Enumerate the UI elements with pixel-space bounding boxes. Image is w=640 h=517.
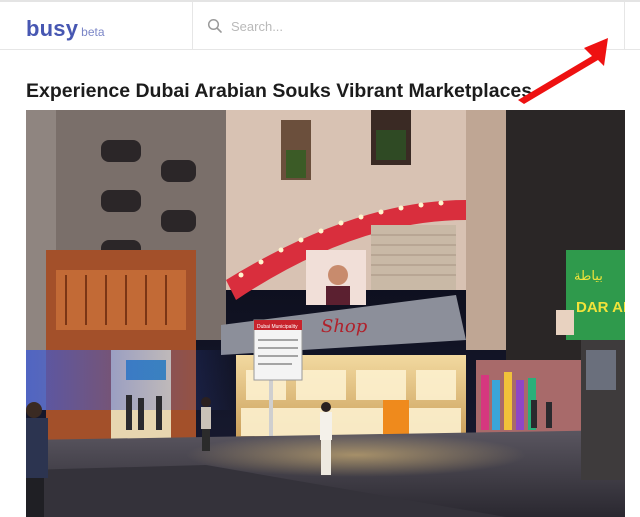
search-icon — [207, 18, 223, 34]
post-image[interactable]: بياطة DAR AL Shop — [26, 110, 625, 517]
shop-logo-text: Shop — [321, 316, 368, 337]
logo-text: busy — [26, 16, 79, 41]
header-divider — [624, 2, 625, 50]
red-arrow-annotation — [518, 38, 608, 104]
arabic-sign-text: بياطة — [574, 269, 603, 284]
busy-logo[interactable]: busy beta — [26, 16, 105, 42]
search-input[interactable] — [229, 17, 613, 35]
municipality-sign-text: Dubai Municipality — [257, 324, 298, 330]
post-title[interactable]: Experience Dubai Arabian Souks Vibrant M… — [26, 80, 532, 103]
dubai-souk-photo: بياطة DAR AL Shop — [26, 110, 625, 517]
dar-al-sign-text: DAR AL — [576, 299, 625, 316]
beta-badge: beta — [81, 25, 105, 39]
